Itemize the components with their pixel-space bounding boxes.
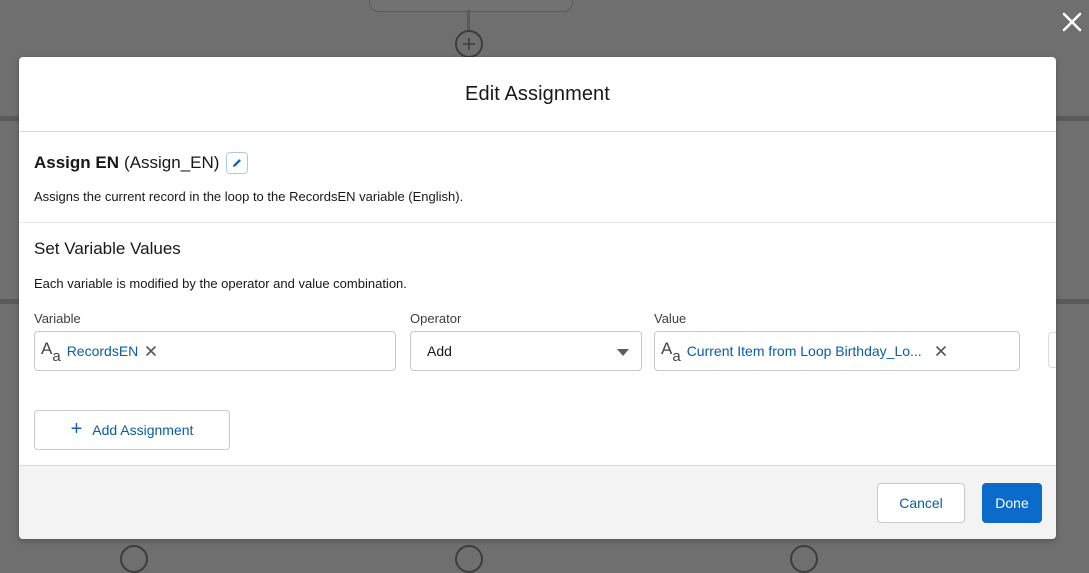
modal-title: Edit Assignment — [465, 82, 610, 105]
add-element-node — [455, 30, 483, 58]
modal-header: Edit Assignment — [19, 57, 1056, 132]
add-element-node — [455, 545, 483, 573]
value-pill-label: Current Item from Loop Birthday_Lo... — [686, 343, 922, 359]
done-button[interactable]: Done — [982, 483, 1042, 523]
assignment-row: Aa RecordsEN Add Aa Current Item from Lo… — [34, 331, 1056, 375]
section-description: Each variable is modified by the operato… — [34, 276, 407, 291]
element-details-section: Assign EN (Assign_EN) Assigns the curren… — [19, 132, 1056, 223]
remove-variable-icon[interactable] — [144, 344, 158, 358]
add-assignment-button[interactable]: + Add Assignment — [34, 410, 230, 450]
operator-select[interactable]: Add — [410, 331, 642, 371]
variable-label: Variable — [34, 311, 81, 326]
element-label: Assign EN — [34, 153, 120, 172]
edit-element-button[interactable] — [226, 152, 249, 174]
element-api-name: (Assign_EN) — [124, 153, 220, 172]
flow-connector-line — [467, 10, 470, 32]
element-title: Assign EN (Assign_EN) — [34, 152, 1041, 174]
cancel-button[interactable]: Cancel — [877, 483, 965, 523]
flow-connector-line — [1056, 299, 1089, 304]
close-icon[interactable] — [1061, 11, 1083, 33]
chevron-down-icon — [617, 349, 629, 356]
add-assignment-label: Add Assignment — [92, 422, 194, 438]
value-label: Value — [654, 311, 687, 326]
remove-value-icon[interactable] — [934, 344, 948, 358]
modal-footer: Cancel Done — [19, 465, 1056, 539]
flow-connector-line — [0, 299, 19, 304]
operator-label: Operator — [410, 311, 462, 326]
flow-element-card — [369, 0, 573, 12]
edit-assignment-modal: Edit Assignment Assign EN (Assign_EN) As… — [19, 57, 1056, 539]
variable-field[interactable]: Aa RecordsEN — [34, 331, 396, 371]
variable-pill-label: RecordsEN — [66, 343, 139, 359]
set-variable-values-section: Set Variable Values Each variable is mod… — [19, 223, 1056, 375]
delete-row-button[interactable] — [1048, 332, 1056, 368]
value-field[interactable]: Aa Current Item from Loop Birthday_Lo... — [654, 331, 1020, 371]
element-description: Assigns the current record in the loop t… — [34, 189, 464, 204]
flow-connector-line — [1056, 116, 1089, 121]
add-element-node — [790, 545, 818, 573]
column-labels: Variable Operator Value — [34, 311, 1041, 329]
pencil-icon — [233, 159, 242, 167]
operator-selected-value: Add — [427, 343, 452, 359]
flow-connector-line — [0, 116, 19, 121]
text-variable-icon: Aa — [661, 339, 681, 365]
plus-icon: + — [70, 418, 83, 440]
add-element-node — [120, 545, 148, 573]
text-variable-icon: Aa — [41, 339, 61, 365]
plus-icon — [463, 38, 475, 50]
section-title: Set Variable Values — [34, 239, 181, 258]
